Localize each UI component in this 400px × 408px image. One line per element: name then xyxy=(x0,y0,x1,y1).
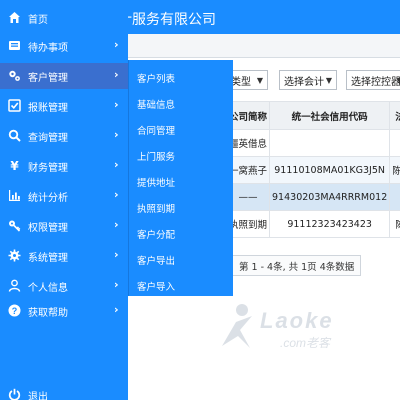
table-row[interactable]: —— 91430203MA4RRRM012 xyxy=(227,184,400,211)
accountant-select[interactable]: 选择会计 ▼ xyxy=(279,70,337,90)
bar-chart-icon xyxy=(8,189,21,202)
sidebar-item-label: 系统管理 xyxy=(28,249,68,264)
cell-legal-person xyxy=(390,184,400,211)
column-header-credit-code[interactable]: 统一社会信用代码 xyxy=(270,102,390,130)
sidebar-item-label: 报账管理 xyxy=(28,99,68,114)
chevron-right-icon: › xyxy=(114,128,119,141)
sidebar-item-home[interactable]: 首页 xyxy=(0,5,128,31)
submenu-item-contracts[interactable]: 合同管理 xyxy=(137,123,175,137)
accountant-select-value: 选择会计 xyxy=(284,73,324,88)
sidebar-item-label: 个人信息 xyxy=(28,279,68,294)
sidebar-item-help[interactable]: ? 获取帮助 › xyxy=(0,298,128,324)
chevron-right-icon: › xyxy=(114,38,119,51)
sidebar-item-label: 退出 xyxy=(28,388,48,403)
sidebar-item-system[interactable]: 系统管理 › xyxy=(0,243,128,269)
user-icon xyxy=(8,279,21,292)
todo-icon xyxy=(8,39,21,52)
pagination-text: 第 1 - 4条, 共 1页 4条数据 xyxy=(239,259,354,273)
yen-icon: ¥ xyxy=(8,159,21,172)
sidebar-item-finance[interactable]: ¥ 财务管理 › xyxy=(0,153,128,179)
sidebar: 首页 待办事项 › 客户管理 › 报账管理 › 查询管理 › ¥ 财务管理 › xyxy=(0,0,128,400)
table-row[interactable]: 执照到期 91112323423423 陈利 xyxy=(227,211,400,238)
sidebar-item-label: 获取帮助 xyxy=(28,304,68,319)
table-row[interactable]: 僵英借息 xyxy=(227,130,400,157)
cell-credit-code: 91430203MA4RRRM012 xyxy=(270,184,390,211)
key-icon xyxy=(8,219,21,232)
customer-submenu: 客户列表 基础信息 合同管理 上门服务 提供地址 执照到期 客户分配 客户导出 … xyxy=(128,60,233,296)
search-icon xyxy=(8,129,21,142)
chevron-down-icon: ▼ xyxy=(257,76,263,85)
customer-table: 公司简称 统一社会信用代码 法人 僵英借息 一窝燕子 91110108MA01K… xyxy=(226,101,400,238)
watermark-logo-icon xyxy=(218,302,258,352)
sidebar-item-logout[interactable]: 退出 xyxy=(0,382,128,408)
controller-select[interactable]: 选择控控器 ▼ xyxy=(346,70,400,90)
table-header-row: 公司简称 统一社会信用代码 法人 xyxy=(227,102,400,130)
submenu-item-customer-list[interactable]: 客户列表 xyxy=(137,71,175,85)
watermark: Laoke .com老客 xyxy=(218,300,388,360)
sidebar-item-label: 待办事项 xyxy=(28,39,68,54)
gear-icon xyxy=(8,249,21,262)
chevron-right-icon: › xyxy=(114,278,119,291)
sidebar-item-query[interactable]: 查询管理 › xyxy=(0,123,128,149)
sidebar-item-label: 权限管理 xyxy=(28,219,68,234)
sidebar-item-customers[interactable]: 客户管理 › xyxy=(0,63,128,89)
cell-legal-person: 陈利 xyxy=(390,211,400,238)
column-header-legal-person[interactable]: 法人 xyxy=(390,102,400,130)
type-select-value: 类型 xyxy=(231,73,251,88)
cell-legal-person xyxy=(390,130,400,157)
watermark-text: Laoke xyxy=(260,308,334,334)
cell-legal-person: 陈利1 xyxy=(390,157,400,184)
sidebar-item-label: 财务管理 xyxy=(28,159,68,174)
submenu-item-license-expiry[interactable]: 执照到期 xyxy=(137,201,175,215)
cell-credit-code: 91110108MA01KG3J5N xyxy=(270,157,390,184)
chevron-right-icon: › xyxy=(114,68,119,81)
watermark-subtext: .com老客 xyxy=(280,334,330,351)
company-name: 计服务有限公司 xyxy=(118,9,216,29)
home-icon xyxy=(8,11,21,24)
chevron-down-icon: ▼ xyxy=(326,76,332,85)
chevron-right-icon: › xyxy=(114,303,119,316)
sidebar-item-label: 统计分析 xyxy=(28,189,68,204)
sidebar-item-label: 客户管理 xyxy=(28,69,68,84)
cell-credit-code: 91112323423423 xyxy=(270,211,390,238)
sidebar-item-statistics[interactable]: 统计分析 › xyxy=(0,183,128,209)
cell-credit-code xyxy=(270,130,390,157)
sidebar-item-permissions[interactable]: 权限管理 › xyxy=(0,213,128,239)
table-row[interactable]: 一窝燕子 91110108MA01KG3J5N 陈利1 xyxy=(227,157,400,184)
svg-text:?: ? xyxy=(12,306,18,316)
checkbox-icon xyxy=(8,99,21,112)
chevron-right-icon: › xyxy=(114,98,119,111)
controller-select-value: 选择控控器 xyxy=(351,73,400,88)
submenu-item-basic-info[interactable]: 基础信息 xyxy=(137,97,175,111)
submenu-item-address[interactable]: 提供地址 xyxy=(137,175,175,189)
submenu-item-import[interactable]: 客户导入 xyxy=(137,279,175,293)
power-icon xyxy=(8,388,21,401)
sidebar-item-label: 首页 xyxy=(28,11,48,26)
submenu-item-assign[interactable]: 客户分配 xyxy=(137,227,175,241)
sidebar-item-reimbursement[interactable]: 报账管理 › xyxy=(0,93,128,119)
chevron-right-icon: › xyxy=(114,158,119,171)
submenu-item-onsite-service[interactable]: 上门服务 xyxy=(137,149,175,163)
sidebar-item-label: 查询管理 xyxy=(28,129,68,144)
sidebar-item-todo[interactable]: 待办事项 › xyxy=(0,33,128,59)
chevron-right-icon: › xyxy=(114,248,119,261)
chevron-right-icon: › xyxy=(114,218,119,231)
pagination-summary: 第 1 - 4条, 共 1页 4条数据 xyxy=(232,255,361,276)
gears-icon xyxy=(8,69,21,82)
sidebar-item-profile[interactable]: 个人信息 › xyxy=(0,273,128,299)
submenu-item-export[interactable]: 客户导出 xyxy=(137,253,175,267)
help-icon: ? xyxy=(8,304,21,317)
chevron-right-icon: › xyxy=(114,188,119,201)
